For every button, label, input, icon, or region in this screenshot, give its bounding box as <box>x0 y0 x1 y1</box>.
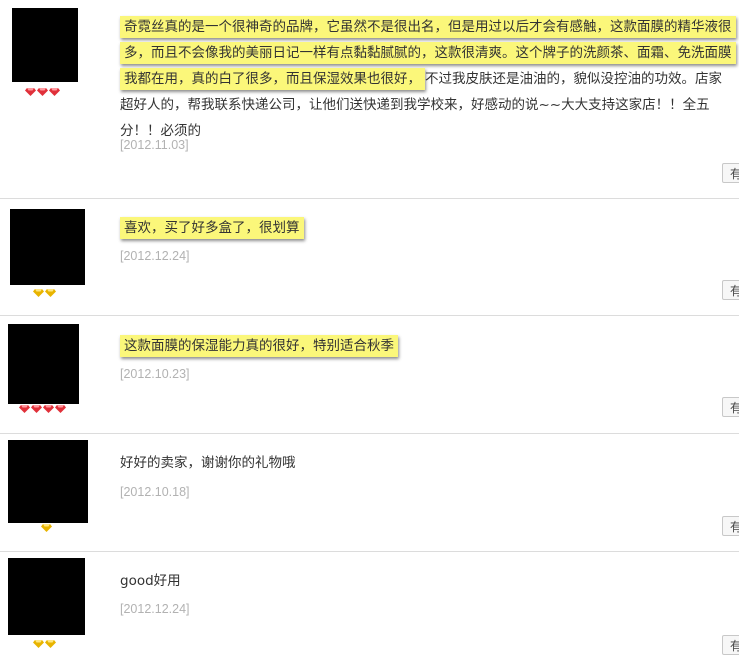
useful-button[interactable]: 有用 <box>722 163 739 183</box>
useful-button[interactable]: 有用 <box>722 516 739 536</box>
review-text: 喜欢，买了好多盒了，很划算 <box>120 215 732 241</box>
buyer-rank-badges <box>25 88 60 96</box>
review-date: [2012.12.24] <box>120 602 190 616</box>
avatar[interactable] <box>10 209 85 285</box>
review-text-segment: good好用 <box>120 573 181 589</box>
review-item: 这款面膜的保湿能力真的很好，特别适合秋季 [2012.10.23] 有用 <box>0 315 739 434</box>
review-date: [2012.10.23] <box>120 367 190 381</box>
useful-button[interactable]: 有用 <box>722 635 739 655</box>
gold-gem-icon <box>45 640 56 648</box>
review-text: 奇霓丝真的是一个很神奇的品牌，它虽然不是很出名，但是用过以后才会有感触，这款面膜… <box>120 14 736 144</box>
buyer-rank-badges <box>33 640 56 648</box>
highlighted-text: 这款面膜的保湿能力真的很好，特别适合秋季 <box>120 335 398 357</box>
review-item: good好用 [2012.12.24] 有用 <box>0 551 739 666</box>
useful-button[interactable]: 有用 <box>722 280 739 300</box>
red-gem-icon <box>43 405 54 413</box>
gold-gem-icon <box>41 524 52 532</box>
review-text-segment: 好好的卖家，谢谢你的礼物哦 <box>120 455 296 471</box>
red-gem-icon <box>25 88 36 96</box>
review-item: 喜欢，买了好多盒了，很划算 [2012.12.24] 有用 <box>0 198 739 316</box>
review-date: [2012.12.24] <box>120 249 190 263</box>
review-item: 好好的卖家，谢谢你的礼物哦 [2012.10.18] 有用 <box>0 433 739 552</box>
red-gem-icon <box>19 405 30 413</box>
review-text: good好用 <box>120 568 732 594</box>
review-text: 这款面膜的保湿能力真的很好，特别适合秋季 <box>120 333 732 359</box>
avatar[interactable] <box>8 558 85 635</box>
review-date: [2012.10.18] <box>120 485 190 499</box>
red-gem-icon <box>31 405 42 413</box>
buyer-rank-badges <box>41 524 52 532</box>
red-gem-icon <box>55 405 66 413</box>
red-gem-icon <box>49 88 60 96</box>
avatar[interactable] <box>12 8 78 82</box>
buyer-rank-badges <box>19 405 66 413</box>
highlighted-text: 喜欢，买了好多盒了，很划算 <box>120 217 304 239</box>
avatar[interactable] <box>8 324 79 404</box>
gold-gem-icon <box>33 640 44 648</box>
gold-gem-icon <box>45 289 56 297</box>
gold-gem-icon <box>33 289 44 297</box>
buyer-rank-badges <box>33 289 56 297</box>
red-gem-icon <box>37 88 48 96</box>
review-date: [2012.11.03] <box>120 138 189 152</box>
useful-button[interactable]: 有用 <box>722 397 739 417</box>
review-text: 好好的卖家，谢谢你的礼物哦 <box>120 450 732 476</box>
avatar[interactable] <box>8 440 88 523</box>
review-item: 奇霓丝真的是一个很神奇的品牌，它虽然不是很出名，但是用过以后才会有感触，这款面膜… <box>0 0 739 199</box>
